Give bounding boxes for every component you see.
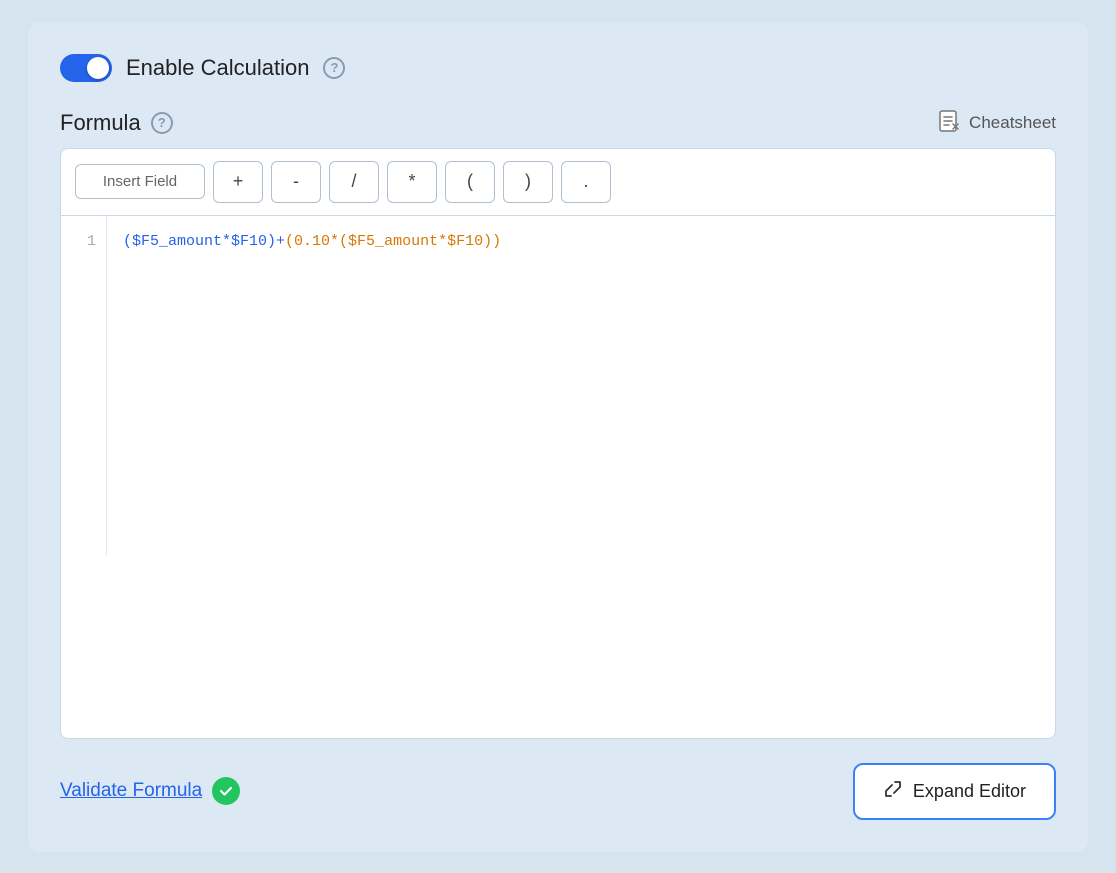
expand-editor-button[interactable]: Expand Editor [853,763,1056,820]
formula-header: Formula ? Cheatsheet [60,110,1056,136]
code-plus: + [276,233,285,250]
expand-editor-icon [883,779,903,804]
toggle-row: Enable Calculation ? [60,54,1056,82]
operator-dot-button[interactable]: . [561,161,611,203]
cheatsheet-label: Cheatsheet [969,113,1056,133]
formula-help-icon[interactable]: ? [151,112,173,134]
validate-formula-label: Validate Formula [60,780,202,802]
bottom-bar: Validate Formula Expand Editor [60,763,1056,820]
code-part1: ($F5_amount*$F10) [123,233,276,250]
toggle-help-icon[interactable]: ? [323,57,345,79]
operator-plus-button[interactable]: + [213,161,263,203]
cheatsheet-button[interactable]: Cheatsheet [939,110,1056,136]
code-part2: (0.10*($F5_amount*$F10)) [285,233,501,250]
expand-editor-label: Expand Editor [913,781,1026,802]
toggle-label: Enable Calculation [126,55,309,81]
operator-minus-button[interactable]: - [271,161,321,203]
insert-field-button[interactable]: Insert Field [75,164,205,199]
operator-divide-button[interactable]: / [329,161,379,203]
enable-calculation-toggle[interactable] [60,54,112,82]
operator-close-paren-button[interactable]: ) [503,161,553,203]
editor-toolbar: Insert Field + - / * ( ) . [61,149,1055,216]
operator-multiply-button[interactable]: * [387,161,437,203]
line-number-1: 1 [87,233,96,250]
line-numbers: 1 [61,216,107,556]
toggle-knob [87,57,109,79]
code-content[interactable]: ($F5_amount*$F10)+(0.10*($F5_amount*$F10… [107,216,1055,556]
cheatsheet-doc-icon [939,110,961,136]
validation-success-icon [212,777,240,805]
code-area[interactable]: 1 ($F5_amount*$F10)+(0.10*($F5_amount*$F… [61,216,1055,556]
validate-formula-link[interactable]: Validate Formula [60,777,240,805]
main-panel: Enable Calculation ? Formula ? Cheatshee… [28,22,1088,852]
operator-open-paren-button[interactable]: ( [445,161,495,203]
formula-editor: Insert Field + - / * ( ) . 1 ($F5_amount… [60,148,1056,739]
formula-title: Formula [60,110,141,136]
formula-left: Formula ? [60,110,173,136]
